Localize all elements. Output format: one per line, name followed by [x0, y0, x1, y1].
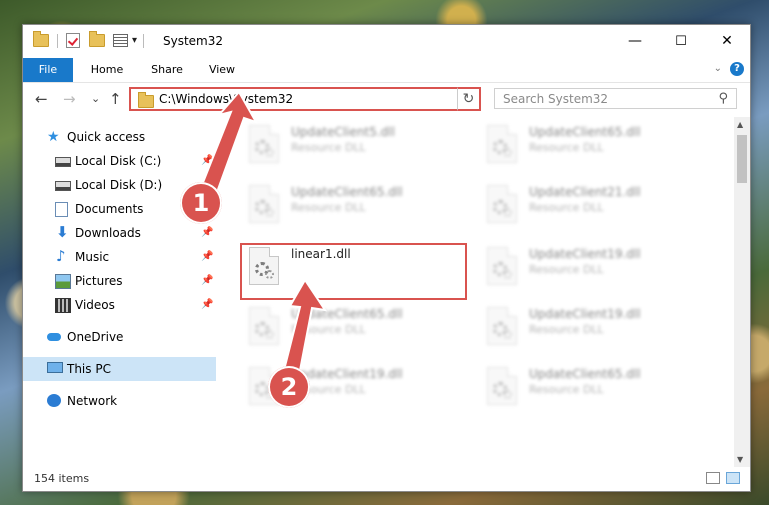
- step-2-badge: 2: [268, 366, 310, 408]
- annotation-arrows: [194, 90, 328, 383]
- step-1-badge: 1: [180, 182, 222, 224]
